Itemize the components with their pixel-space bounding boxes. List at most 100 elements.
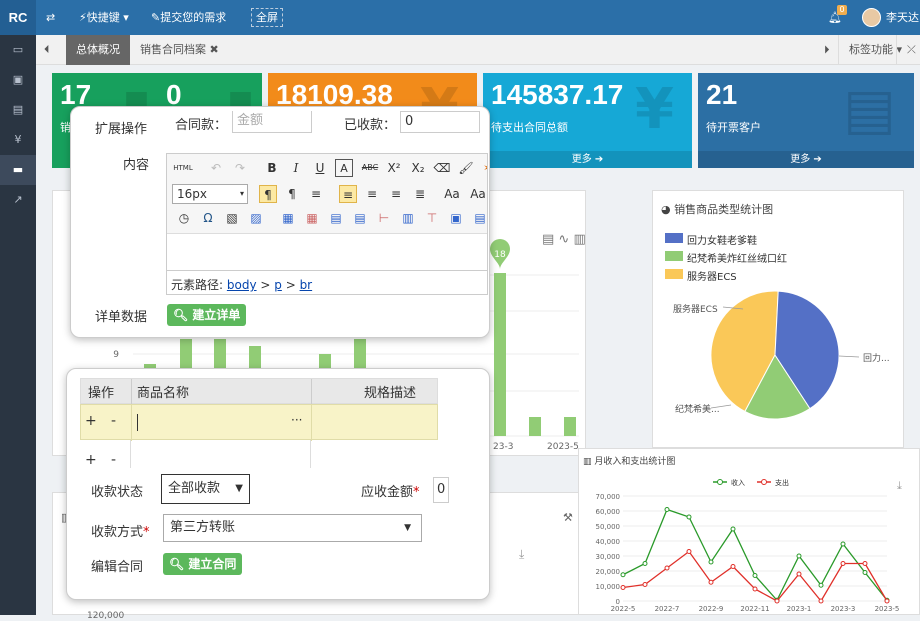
font-border-icon[interactable]: A bbox=[335, 159, 353, 177]
sidebar-item-chart[interactable]: ↗ bbox=[0, 185, 36, 215]
editor-content-area[interactable] bbox=[167, 234, 487, 272]
insert-col-icon[interactable]: ⊢ bbox=[375, 209, 393, 227]
indent-icon[interactable]: ≡ bbox=[307, 185, 325, 203]
data-point[interactable] bbox=[708, 559, 714, 565]
create-detail-button[interactable]: 🔍︎ 建立详单 bbox=[167, 304, 247, 326]
delete-row-icon[interactable]: ▤ bbox=[351, 209, 369, 227]
rtl-icon[interactable]: ¶ bbox=[283, 185, 301, 203]
receivable-input[interactable]: 0 bbox=[433, 477, 449, 503]
payment-status-select[interactable]: 全部收款 ▼ bbox=[161, 474, 250, 504]
data-point[interactable] bbox=[840, 561, 846, 566]
tab-scroll-left-icon[interactable]: ⏴ bbox=[36, 35, 64, 65]
image-icon[interactable]: ▧ bbox=[223, 209, 241, 227]
data-point[interactable] bbox=[642, 561, 648, 566]
add-row-button[interactable]: + bbox=[85, 413, 97, 429]
path-br-link[interactable]: br bbox=[300, 278, 313, 292]
data-point[interactable] bbox=[774, 598, 780, 604]
data-point[interactable] bbox=[818, 582, 824, 588]
submit-request-link[interactable]: ✎提交您的需求 bbox=[151, 0, 226, 35]
data-point[interactable] bbox=[730, 526, 736, 532]
received-input[interactable]: 0 bbox=[400, 111, 480, 133]
data-point[interactable] bbox=[862, 570, 868, 575]
path-p-link[interactable]: p bbox=[274, 278, 282, 292]
product-name-input[interactable] bbox=[133, 409, 309, 437]
sidebar-item-toolbox[interactable]: ▤ bbox=[0, 95, 36, 125]
stat-card-5-more-link[interactable]: 更多 ➔ bbox=[698, 151, 914, 168]
justify-icon[interactable]: ≣ bbox=[411, 185, 429, 203]
data-point[interactable] bbox=[796, 553, 802, 559]
subscript-icon[interactable]: X₂ bbox=[409, 159, 427, 177]
clock-icon[interactable]: ◷ bbox=[175, 209, 193, 227]
line-height-icon[interactable]: Aa bbox=[469, 185, 487, 203]
data-point[interactable] bbox=[796, 571, 802, 577]
sidebar-item-folder[interactable]: ▬ bbox=[0, 155, 36, 185]
path-body-link[interactable]: body bbox=[227, 278, 257, 292]
add-row-button[interactable]: + bbox=[85, 452, 97, 468]
auto-format-icon[interactable]: ✶ bbox=[479, 159, 487, 177]
ltr-icon[interactable]: ¶ bbox=[259, 185, 277, 203]
contract-amount-input[interactable]: 金额 bbox=[232, 111, 312, 133]
italic-icon[interactable]: I bbox=[287, 159, 305, 177]
stat-card-4-more-link[interactable]: 更多 ➔ bbox=[483, 151, 692, 168]
align-center-icon[interactable]: ≡ bbox=[363, 185, 381, 203]
payment-method-select[interactable]: 第三方转账 ▼ bbox=[163, 514, 422, 542]
swap-icon[interactable]: ⇄ bbox=[46, 0, 55, 35]
product-picker-button[interactable]: ··· bbox=[291, 413, 302, 427]
sidebar-item-monitor[interactable]: ▭ bbox=[0, 35, 36, 65]
align-right-icon[interactable]: ≡ bbox=[387, 185, 405, 203]
data-point[interactable] bbox=[752, 573, 758, 578]
tab-contracts[interactable]: 销售合同档案 ✖ bbox=[130, 35, 229, 65]
word-icon[interactable]: ▨ bbox=[247, 209, 265, 227]
data-point[interactable] bbox=[730, 564, 736, 569]
tools-icon[interactable]: ⚒ bbox=[563, 511, 573, 524]
format-brush-icon[interactable]: 🖌︎ bbox=[457, 159, 475, 177]
tab-scroll-right-icon[interactable]: ⏵ bbox=[814, 35, 840, 65]
legend-item[interactable]: 支出 bbox=[775, 478, 789, 487]
redo-icon[interactable]: ↷ bbox=[231, 159, 249, 177]
undo-icon[interactable]: ↶ bbox=[207, 159, 225, 177]
sidebar-item-finance[interactable]: ¥ bbox=[0, 125, 36, 155]
data-point[interactable] bbox=[708, 579, 714, 585]
data-point[interactable] bbox=[642, 582, 648, 587]
shortcuts-menu[interactable]: ⚡快捷键 ▾ bbox=[79, 0, 129, 35]
data-point[interactable] bbox=[664, 565, 670, 571]
data-point[interactable] bbox=[686, 549, 692, 554]
remove-row-button[interactable]: - bbox=[111, 452, 116, 468]
data-point[interactable] bbox=[818, 598, 824, 604]
data-point[interactable] bbox=[686, 514, 692, 520]
tab-overview[interactable]: 总体概况 bbox=[66, 35, 130, 65]
download-icon[interactable]: ⤓ bbox=[519, 547, 524, 562]
sidebar-item-briefcase[interactable]: ▣ bbox=[0, 65, 36, 95]
special-char-icon[interactable]: Ω bbox=[199, 209, 217, 227]
underline-icon[interactable]: U bbox=[311, 159, 329, 177]
table-delete-icon[interactable]: ▦ bbox=[303, 209, 321, 227]
eraser-icon[interactable]: ⌫ bbox=[433, 159, 451, 177]
fullscreen-button[interactable]: 全屏 bbox=[251, 8, 283, 27]
insert-row-icon[interactable]: ▤ bbox=[327, 209, 345, 227]
data-point[interactable] bbox=[862, 561, 868, 566]
table-icon[interactable]: ▦ bbox=[279, 209, 297, 227]
data-point[interactable] bbox=[884, 598, 890, 604]
create-contract-button[interactable]: 🔍︎ 建立合同 bbox=[163, 553, 243, 575]
superscript-icon[interactable]: X² bbox=[385, 159, 403, 177]
merge-icon[interactable]: ⊤ bbox=[423, 209, 441, 227]
font-size-select[interactable]: 16px ▾ bbox=[172, 184, 248, 204]
toolbox-icons[interactable]: ▤ ∿ ▥ ↻ ⤓ bbox=[542, 232, 611, 247]
spec-input[interactable] bbox=[313, 409, 437, 437]
split-icon[interactable]: ▣ bbox=[447, 209, 465, 227]
html-source-icon[interactable]: HTML bbox=[171, 159, 195, 177]
avatar[interactable] bbox=[862, 8, 881, 27]
data-point[interactable] bbox=[620, 572, 626, 578]
username[interactable]: 李天达 bbox=[886, 0, 919, 35]
strikethrough-icon[interactable]: ABC bbox=[359, 159, 381, 177]
letter-spacing-icon[interactable]: Aa bbox=[443, 185, 461, 203]
legend-item[interactable]: 收入 bbox=[731, 478, 745, 487]
close-tabs-icon[interactable]: ⤫ bbox=[896, 35, 920, 65]
align-left-icon[interactable]: ≡ bbox=[339, 185, 357, 203]
bold-icon[interactable]: B bbox=[263, 159, 281, 177]
close-icon[interactable]: ✖ bbox=[210, 43, 219, 56]
split-cells-icon[interactable]: ▤ bbox=[471, 209, 487, 227]
data-point[interactable] bbox=[752, 586, 758, 592]
data-point[interactable] bbox=[620, 585, 626, 590]
delete-col-icon[interactable]: ▥ bbox=[399, 209, 417, 227]
